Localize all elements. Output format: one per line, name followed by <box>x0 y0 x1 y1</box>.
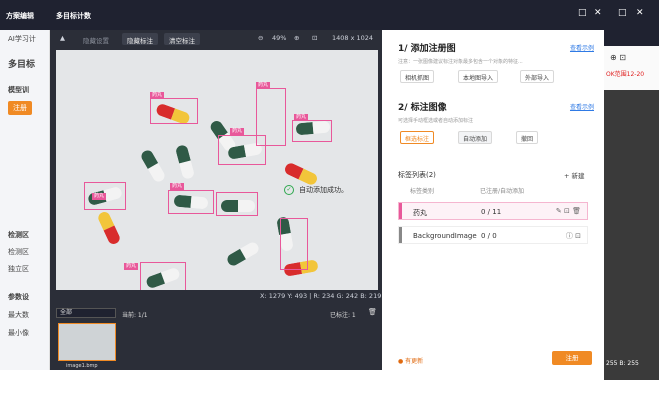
new-label-button[interactable]: + 新建 <box>564 170 585 180</box>
toast-text: 自动添加成功。 <box>299 186 348 194</box>
label-tag[interactable]: 药丸 <box>230 128 245 135</box>
bg-item: 模型训 <box>8 86 29 94</box>
label-tag[interactable]: 药丸 <box>256 82 271 89</box>
bg-tools[interactable]: ⊕ ⊡ <box>610 53 626 62</box>
label-tag[interactable]: 药丸 <box>170 183 185 190</box>
dialog-title: 多目标计数 <box>56 12 91 20</box>
label-color-bar <box>399 203 402 219</box>
local-import-button[interactable]: 本地图导入 <box>458 70 499 83</box>
select-tool-icon[interactable]: ▲ <box>60 34 65 42</box>
bg-close-icon[interactable]: ✕ <box>636 8 644 18</box>
check-icon: ✓ <box>284 185 294 195</box>
label-row[interactable]: BackgroundImage 0 / 0 ⓘ ⊡ <box>398 226 588 244</box>
close-icon[interactable]: ✕ <box>594 8 602 18</box>
label-tag[interactable]: 药丸 <box>124 263 139 270</box>
label-tag[interactable]: 药丸 <box>150 92 165 99</box>
bg-item: 多目标 <box>8 60 36 70</box>
app-tab[interactable]: 方案编辑 <box>6 11 34 21</box>
pixel-status: X: 1279 Y: 493 | R: 234 G: 242 B: 219 <box>260 292 382 300</box>
section-label-title: 2/ 标注图像 <box>398 103 447 113</box>
auto-add-button[interactable]: 自动添加 <box>458 131 493 144</box>
label-bbox[interactable] <box>218 135 266 165</box>
thumbnail-bar: 全部 当前: 1/1 已标注: 1 🗑 image1.bmp <box>50 305 382 370</box>
filter-select[interactable]: 全部 <box>56 308 116 318</box>
title-bar: 方案编辑 多目标计数 □ ✕ □ ✕ <box>0 0 659 30</box>
bg-item: AI学习计 <box>8 35 36 43</box>
delete-icon[interactable]: 🗑 <box>368 308 377 316</box>
capsule <box>283 161 319 187</box>
label-count: 0 / 11 <box>481 208 502 216</box>
ok-range-text: OK范围12-20 <box>606 71 645 78</box>
label-list-title: 标签列表(2) <box>398 171 436 179</box>
label-row[interactable]: 药丸 0 / 11 ✎ ⊡ 🗑 <box>398 202 588 220</box>
label-tag[interactable]: 药丸 <box>294 114 309 121</box>
bg-register-button[interactable]: 注册 <box>8 101 32 115</box>
bg-item: 检测区 <box>8 248 29 256</box>
bg-item: 最大数 <box>8 311 29 319</box>
image-thumbnail[interactable] <box>58 323 116 361</box>
section-label-example-link[interactable]: 查看示例 <box>570 102 594 111</box>
hide-settings-button[interactable]: 隐藏设置 <box>78 33 114 45</box>
maximize-icon[interactable]: □ <box>578 8 587 18</box>
label-name: 药丸 <box>413 209 427 217</box>
label-color-bar <box>399 227 402 243</box>
label-bbox[interactable] <box>150 98 198 124</box>
label-bbox[interactable] <box>280 218 308 270</box>
bg-item: 最小像 <box>8 329 29 337</box>
section-add-title: 1/ 添加注册图 <box>398 44 456 54</box>
hide-labels-button[interactable]: 隐藏标注 <box>122 33 158 45</box>
col-category: 标签类别 <box>410 188 435 195</box>
fit-icon[interactable]: ⊡ <box>312 34 317 42</box>
capsule <box>174 144 196 180</box>
bg-image <box>604 90 659 380</box>
current-index: 当前: 1/1 <box>122 312 148 319</box>
label-bbox[interactable] <box>140 262 186 290</box>
section-add-example-link[interactable]: 查看示例 <box>570 43 594 52</box>
background-sidebar: AI学习计 多目标 模型训 注册 检测区 检测区 独立区 参数设 最大数 最小像 <box>0 30 50 370</box>
zoom-level: 49% <box>272 34 287 42</box>
capsule <box>96 210 122 246</box>
label-count: 0 / 0 <box>481 232 497 240</box>
section-label-hint: 可选择手动框选或者自动添加标注 <box>398 118 474 124</box>
bg-item: 参数设 <box>8 293 29 301</box>
register-button[interactable]: 注册 <box>552 351 592 365</box>
label-bbox[interactable] <box>168 190 214 214</box>
section-add-hint: 注意：一张图像建议标注对象最多包含一个对象的特征... <box>398 59 523 65</box>
bg-header <box>604 30 659 46</box>
box-select-button[interactable]: 框选标注 <box>400 131 435 144</box>
thumbnail-caption: image1.bmp <box>66 363 98 369</box>
background-window: ⊕ ⊡ OK范围12-20 255 B: 255 <box>604 30 659 380</box>
bg-rgb: 255 B: 255 <box>606 360 639 367</box>
bg-item: 独立区 <box>8 265 29 273</box>
success-toast: ✓ 自动添加成功。 <box>284 185 348 195</box>
image-canvas[interactable]: 药丸 药丸 药丸 药丸 药丸 药丸 药丸 ✓ 自动添加成功。 <box>56 50 378 290</box>
label-tag[interactable]: 药丸 <box>92 193 107 200</box>
zoom-in-icon[interactable]: ⊕ <box>294 34 299 42</box>
capsule <box>225 240 261 268</box>
row-actions-icon[interactable]: ⓘ ⊡ <box>566 231 581 241</box>
undo-button[interactable]: 撤回 <box>516 131 539 144</box>
row-actions-icon[interactable]: ✎ ⊡ 🗑 <box>556 207 581 215</box>
label-bbox[interactable] <box>292 120 332 142</box>
label-name: BackgroundImage <box>413 232 477 240</box>
clear-labels-button[interactable]: 清空标注 <box>164 33 200 45</box>
side-panel: 1/ 添加注册图 查看示例 注意：一张图像建议标注对象最多包含一个对象的特征..… <box>390 30 604 370</box>
camera-capture-button[interactable]: 相机抓图 <box>400 70 435 83</box>
multi-target-dialog: ▲ 隐藏设置 隐藏标注 清空标注 ⊖ 49% ⊕ ⊡ 1408 x 1024 药… <box>50 30 604 370</box>
image-viewer: ▲ 隐藏设置 隐藏标注 清空标注 ⊖ 49% ⊕ ⊡ 1408 x 1024 药… <box>50 30 382 370</box>
capsule <box>139 148 167 184</box>
marked-count: 已标注: 1 <box>330 312 356 319</box>
external-import-button[interactable]: 外部导入 <box>520 70 555 83</box>
zoom-out-icon[interactable]: ⊖ <box>258 34 263 42</box>
viewer-toolbar: ▲ 隐藏设置 隐藏标注 清空标注 ⊖ 49% ⊕ ⊡ 1408 x 1024 <box>50 30 382 48</box>
image-size: 1408 x 1024 <box>332 34 374 42</box>
label-bbox[interactable] <box>216 192 258 216</box>
update-notice[interactable]: ● 有更新 <box>398 356 423 365</box>
bg-item: 检测区 <box>8 231 29 239</box>
bg-maximize-icon[interactable]: □ <box>618 8 627 18</box>
col-count: 已注册/自动添加 <box>480 188 525 195</box>
